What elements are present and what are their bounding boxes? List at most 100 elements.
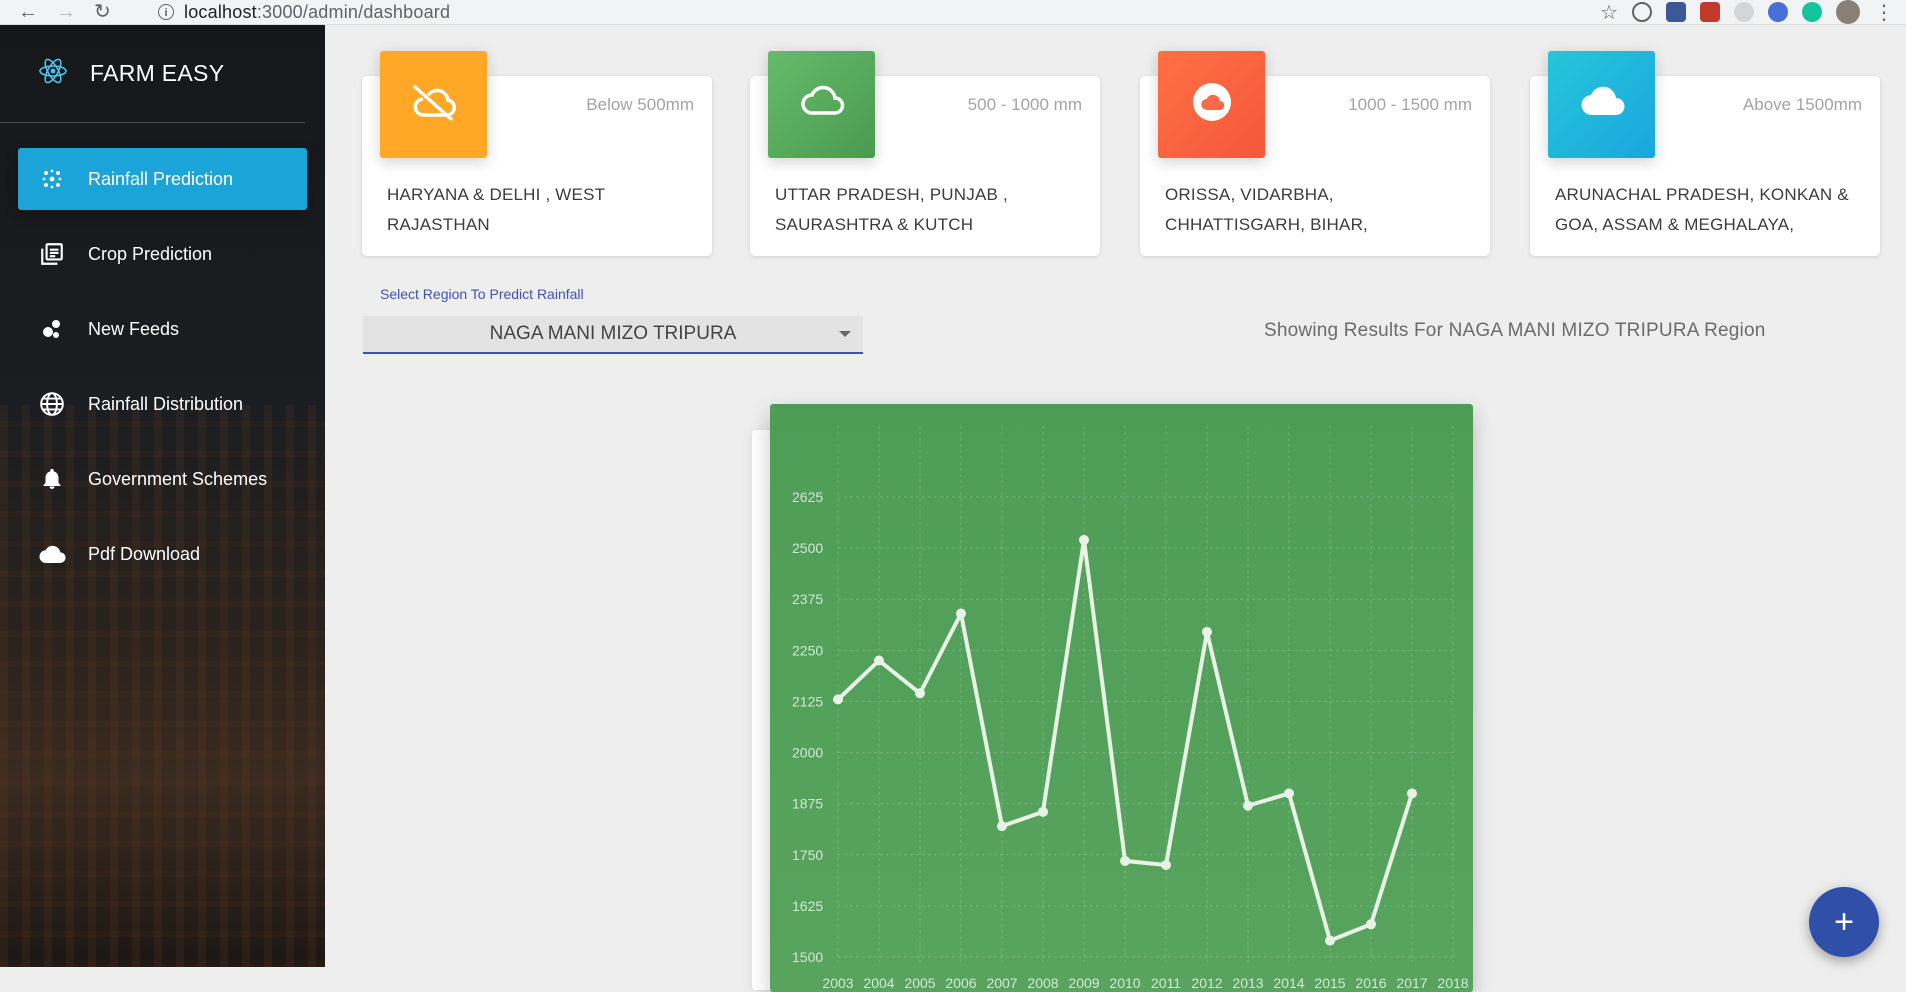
region-select-label: Select Region To Predict Rainfall [380, 286, 584, 302]
brand-name: FARM EASY [90, 60, 225, 86]
region-select[interactable]: NAGA MANI MIZO TRIPURA [363, 316, 863, 354]
x-tick-label: 2013 [1232, 975, 1263, 991]
cloud-filled-icon [1578, 85, 1626, 124]
data-point [997, 821, 1007, 832]
data-point [915, 688, 925, 699]
x-tick-label: 2006 [945, 975, 976, 991]
data-point [874, 655, 884, 666]
cloud-outline-icon [798, 84, 846, 125]
reload-icon[interactable]: ↻ [94, 2, 111, 22]
rainfall-card-1000-1500: 1000 - 1500 mm ORISSA, VIDARBHA, CHHATTI… [1140, 51, 1490, 256]
data-point [1202, 626, 1212, 637]
data-point [1366, 919, 1376, 930]
data-point [1407, 788, 1417, 799]
dropdown-caret-icon[interactable] [839, 331, 851, 337]
cloud-icon [38, 540, 66, 568]
grammarly-icon[interactable] [1802, 2, 1822, 22]
data-point [1243, 800, 1253, 811]
data-point [1120, 855, 1130, 866]
extension-icon-2[interactable] [1666, 2, 1686, 22]
x-tick-label: 2003 [822, 975, 853, 991]
extension-icons: ☆ ⋮ [1600, 0, 1906, 25]
data-point [1325, 935, 1335, 946]
x-tick-label: 2005 [904, 975, 935, 991]
rainfall-line-chart: 2003 2004 2005 2006 2007 2008 2009 2010 2011 2012… [792, 426, 1469, 991]
sidebar-item-label: New Feeds [88, 318, 180, 339]
url-text[interactable]: localhost:3000/admin/dashboard [184, 2, 450, 23]
card-tile [1548, 51, 1655, 158]
y-tick-label: 2250 [792, 642, 823, 658]
browser-nav: ← → ↻ [0, 2, 158, 22]
url-host: localhost [184, 1, 257, 22]
data-point [1284, 788, 1294, 799]
x-tick-label: 2018 [1437, 975, 1468, 991]
rainfall-card-above-1500: Above 1500mm ARUNACHAL PRADESH, KONKAN &… [1530, 51, 1880, 256]
card-regions: UTTAR PRADESH, PUNJAB , SAURASHTRA & KUT… [775, 185, 1008, 234]
site-info-icon[interactable]: i [158, 4, 174, 20]
sidebar-item-rainfall-prediction[interactable]: Rainfall Prediction [18, 148, 307, 210]
browser-toolbar: ← → ↻ i localhost:3000/admin/dashboard ☆… [0, 0, 1906, 25]
add-fab-button[interactable]: + [1809, 887, 1879, 957]
extension-icon-4[interactable] [1734, 2, 1754, 22]
sidebar-item-rainfall-distribution[interactable]: Rainfall Distribution [18, 373, 307, 435]
extension-icon-1[interactable] [1632, 2, 1652, 22]
x-tick-label: 2008 [1027, 975, 1058, 991]
card-regions: ORISSA, VIDARBHA, CHHATTISGARH, BIHAR, [1165, 185, 1368, 234]
y-tick-label: 1625 [792, 898, 823, 914]
card-range: Above 1500mm [1742, 95, 1862, 114]
data-point [956, 608, 966, 619]
extension-icon-5[interactable] [1768, 2, 1788, 22]
bookmark-star-icon[interactable]: ☆ [1600, 0, 1618, 25]
extension-icon-3[interactable] [1700, 2, 1720, 22]
region-select-value: NAGA MANI MIZO TRIPURA [489, 323, 737, 344]
y-tick-label: 2125 [792, 693, 823, 709]
sidebar-item-label: Rainfall Prediction [88, 168, 234, 189]
data-point [1161, 860, 1171, 870]
forward-arrow-icon[interactable]: → [56, 2, 76, 22]
bell-icon [38, 465, 66, 493]
sidebar-item-new-feeds[interactable]: New Feeds [18, 298, 307, 360]
x-tick-label: 2009 [1068, 975, 1099, 991]
sidebar-menu: Rainfall Prediction Crop Prediction New … [0, 123, 325, 585]
data-point [1079, 534, 1089, 545]
bubble-chart-icon [38, 315, 66, 343]
rainfall-chart: 2003 2004 2005 2006 2007 2008 2009 2010 2011 2012… [770, 404, 1473, 992]
card-range: 500 - 1000 mm [967, 95, 1082, 114]
browser-menu-icon[interactable]: ⋮ [1874, 0, 1894, 25]
y-tick-label: 2000 [792, 745, 823, 761]
x-tick-label: 2012 [1191, 975, 1222, 991]
card-regions: HARYANA & DELHI , WEST RAJASTHAN [387, 185, 605, 234]
x-tick-label: 2007 [986, 975, 1017, 991]
card-tile [768, 51, 875, 158]
x-tick-label: 2014 [1273, 975, 1304, 991]
card-tile [1158, 51, 1265, 158]
sidebar-item-label: Crop Prediction [88, 243, 213, 264]
cloud-circle-icon [1191, 81, 1233, 128]
back-arrow-icon[interactable]: ← [18, 2, 38, 22]
sidebar-item-crop-prediction[interactable]: Crop Prediction [18, 223, 307, 285]
rainfall-card-500-1000: 500 - 1000 mm UTTAR PRADESH, PUNJAB , SA… [750, 51, 1100, 256]
data-point [833, 694, 843, 705]
data-point [1038, 806, 1048, 817]
rainfall-card-below-500: Below 500mm HARYANA & DELHI , WEST RAJAS… [362, 51, 712, 256]
sidebar-item-pdf-download[interactable]: Pdf Download [18, 523, 307, 585]
sidebar-item-label: Rainfall Distribution [88, 393, 244, 414]
scatter-dots-icon [38, 165, 66, 193]
x-tick-label: 2015 [1314, 975, 1345, 991]
x-tick-label: 2017 [1396, 975, 1427, 991]
y-tick-label: 2625 [792, 489, 823, 505]
main-content: Below 500mm HARYANA & DELHI , WEST RAJAS… [325, 25, 1906, 992]
y-tick-label: 2375 [792, 591, 823, 607]
profile-avatar[interactable] [1836, 0, 1860, 24]
sidebar-item-label: Government Schemes [88, 468, 268, 489]
y-tick-label: 1875 [792, 796, 823, 812]
card-range: 1000 - 1500 mm [1348, 95, 1472, 114]
sidebar: FARM EASY Rainfall Prediction Crop Predi… [0, 25, 325, 967]
sidebar-item-government-schemes[interactable]: Government Schemes [18, 448, 307, 510]
address-bar[interactable]: i localhost:3000/admin/dashboard [158, 0, 1600, 25]
card-tile [380, 51, 487, 158]
cloud-off-icon [409, 82, 459, 127]
sidebar-item-label: Pdf Download [88, 543, 201, 564]
sidebar-brand[interactable]: FARM EASY [0, 25, 305, 123]
x-tick-label: 2016 [1355, 975, 1386, 991]
